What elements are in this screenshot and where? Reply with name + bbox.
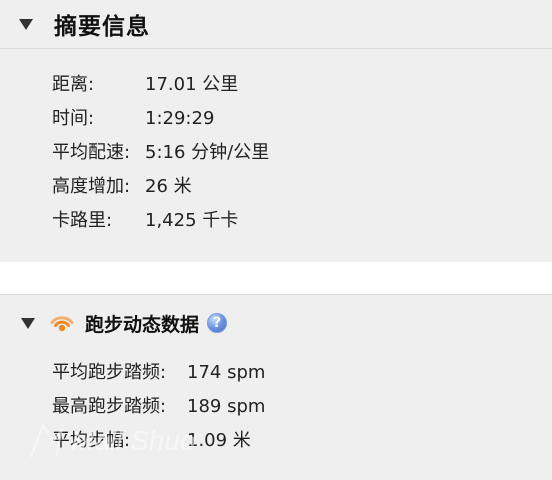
- running-dynamics-label: 平均步幅:: [52, 430, 131, 451]
- summary-row: 距离: 17.01 公里: [0, 68, 552, 102]
- running-dynamics-value: 189 spm: [187, 396, 266, 417]
- running-dynamics-row: 平均跑步踏频: 174 spm: [0, 356, 552, 390]
- summary-value: 5:16 分钟/公里: [145, 142, 270, 163]
- running-dynamics-header[interactable]: 跑步动态数据 ?: [0, 294, 552, 352]
- running-dynamics-title: 跑步动态数据: [85, 313, 200, 336]
- summary-row: 时间: 1:29:29: [0, 102, 552, 136]
- summary-label: 卡路里:: [52, 210, 113, 231]
- summary-value: 26 米: [145, 176, 192, 197]
- running-dynamics-label: 最高跑步踏频:: [52, 396, 167, 417]
- summary-row: 卡路里: 1,425 千卡: [0, 204, 552, 238]
- summary-value: 1,425 千卡: [145, 210, 239, 231]
- help-icon[interactable]: ?: [207, 313, 228, 333]
- running-dynamics-value: 174 spm: [187, 362, 266, 383]
- running-dynamics-row: 最高跑步踏频: 189 spm: [0, 390, 552, 424]
- running-dynamics-row: 平均步幅: 1.09 米: [0, 424, 552, 458]
- summary-label: 平均配速:: [52, 142, 131, 163]
- summary-header[interactable]: 摘要信息: [0, 0, 552, 49]
- summary-label: 时间:: [52, 108, 95, 129]
- summary-title: 摘要信息: [54, 14, 150, 40]
- triangle-down-icon[interactable]: [19, 18, 33, 30]
- summary-rows: 距离: 17.01 公里 时间: 1:29:29 平均配速: 5:16 分钟/公…: [0, 68, 552, 238]
- triangle-down-icon[interactable]: [21, 317, 35, 329]
- summary-label: 高度增加:: [52, 176, 131, 197]
- summary-panel: 摘要信息 距离: 17.01 公里 时间: 1:29:29 平均配速: 5:16…: [0, 0, 552, 262]
- running-dynamics-value: 1.09 米: [187, 430, 251, 451]
- rss-signal-icon: [50, 316, 74, 332]
- summary-value: 1:29:29: [145, 108, 215, 129]
- summary-row: 平均配速: 5:16 分钟/公里: [0, 136, 552, 170]
- summary-value: 17.01 公里: [145, 74, 239, 95]
- running-dynamics-panel: 跑步动态数据 ? 平均跑步踏频: 174 spm 最高跑步踏频: 189 spm…: [0, 294, 552, 480]
- summary-row: 高度增加: 26 米: [0, 170, 552, 204]
- summary-label: 距离:: [52, 74, 95, 95]
- running-dynamics-rows: 平均跑步踏频: 174 spm 最高跑步踏频: 189 spm 平均步幅: 1.…: [0, 356, 552, 458]
- running-dynamics-label: 平均跑步踏频:: [52, 362, 167, 383]
